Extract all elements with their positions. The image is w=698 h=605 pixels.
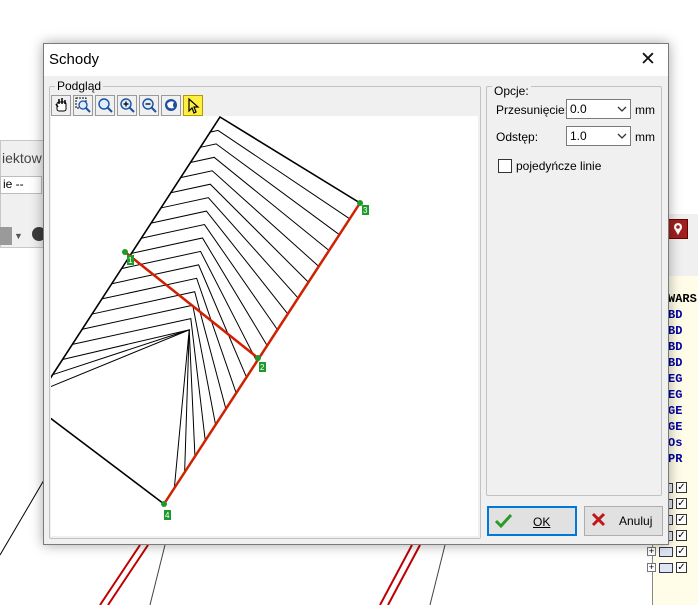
zoom-icon (98, 98, 113, 113)
layer-tree-item[interactable]: BD (668, 340, 682, 354)
layer-visibility-checkbox[interactable]: ✓ (676, 514, 687, 525)
close-button[interactable]: ✕ (628, 44, 668, 76)
select-tool-button[interactable] (183, 95, 203, 116)
control-point-4 (161, 501, 167, 507)
dialog-titlebar[interactable] (44, 44, 668, 76)
single-lines-checkbox[interactable] (498, 159, 512, 173)
stair-step-line (150, 210, 289, 315)
spacing-unit: mm (635, 130, 655, 144)
options-group (486, 86, 662, 496)
chevron-down-icon (617, 104, 627, 116)
stairs-preview-drawing: 1 2 3 4 (29, 115, 369, 520)
svg-text:1: 1 (128, 256, 133, 265)
expand-icon[interactable]: + (647, 563, 656, 572)
offset-value: 0.0 (570, 102, 587, 116)
spacing-label: Odstęp: (496, 130, 539, 144)
hand-icon (55, 98, 67, 112)
pan-button[interactable] (51, 95, 71, 116)
svg-text:4: 4 (165, 511, 170, 520)
offset-unit: mm (635, 103, 655, 117)
layer-tree-item[interactable]: BD (668, 308, 682, 322)
stairs-dialog: Schody ✕ Podgląd 1 2 3 4 Opcje: Przesuni… (29, 43, 669, 545)
marker-label-2: 2 (259, 362, 266, 372)
stair-step-line (52, 329, 190, 473)
layer-visibility-checkbox[interactable]: ✓ (676, 530, 687, 541)
marker-label-4: 4 (164, 510, 171, 520)
marker-label-1: 1 (127, 255, 134, 265)
walking-line-edge (162, 202, 362, 505)
stair-step-line (42, 329, 190, 489)
marker-label-3: 3 (362, 205, 369, 215)
stair-step-line (72, 318, 206, 441)
dialog-title: Schody (49, 51, 100, 68)
layer-tree-item[interactable]: EG (668, 372, 682, 386)
layer-tree-item[interactable]: WARS (668, 292, 697, 306)
zoom-window-icon (75, 97, 91, 113)
spacing-value: 1.0 (570, 129, 587, 143)
zoom-in-icon (120, 98, 135, 113)
layer-tree-item[interactable]: GE (668, 420, 682, 434)
layer-visibility-checkbox[interactable]: ✓ (676, 498, 687, 509)
layer-tree-item[interactable]: GE (668, 404, 682, 418)
zoom-window-button[interactable] (73, 95, 93, 116)
layer-grid-icon (659, 547, 673, 557)
chevron-down-icon[interactable]: ▼ (14, 231, 23, 241)
stair-step-line (91, 291, 227, 410)
background-color-swatch[interactable] (0, 227, 12, 245)
zoom-button[interactable] (95, 95, 115, 116)
walking-line-cross (124, 251, 259, 359)
stair-step-line (131, 237, 268, 346)
layer-tree-item[interactable]: PR (668, 452, 682, 466)
control-point-2 (255, 355, 261, 361)
zoom-out-icon (142, 98, 157, 113)
checkmark-icon (494, 512, 514, 535)
chevron-down-icon (617, 131, 627, 143)
offset-label: Przesunięcie: (496, 103, 569, 117)
preview-canvas[interactable]: 1 2 3 4 (29, 115, 478, 536)
layer-visibility-checkbox[interactable]: ✓ (676, 562, 687, 573)
options-group-label: Opcje: (492, 84, 531, 98)
control-point-1 (122, 249, 128, 255)
stair-step-line (62, 329, 196, 457)
ok-button[interactable]: OK (487, 506, 577, 536)
expand-icon[interactable]: + (647, 547, 656, 556)
stair-outline (31, 115, 362, 506)
ok-button-label: OK (533, 515, 551, 529)
layer-tree-item[interactable]: BD (668, 324, 682, 338)
spacing-combo[interactable]: 1.0 (566, 126, 631, 146)
layer-tree-item[interactable]: BD (668, 356, 682, 370)
zoom-extents-icon (165, 99, 177, 111)
cancel-button-label: Anuluj (619, 514, 653, 528)
single-lines-label[interactable]: pojedyńcze linie (516, 159, 601, 173)
preview-group-label: Podgląd (55, 79, 104, 93)
map-pin-button[interactable] (668, 219, 688, 239)
background-left-panel-title: iektow (2, 150, 42, 166)
background-left-combo[interactable]: ie -- (0, 176, 42, 194)
stair-step-line (101, 277, 237, 394)
cancel-button[interactable]: Anuluj (584, 506, 663, 536)
offset-combo[interactable]: 0.0 (566, 99, 631, 119)
layer-tree-item[interactable]: EG (668, 388, 682, 402)
zoom-out-button[interactable] (139, 95, 159, 116)
close-icon: ✕ (640, 49, 656, 70)
select-pointer-icon (188, 97, 200, 114)
svg-text:3: 3 (363, 206, 368, 215)
svg-text:2: 2 (260, 363, 265, 372)
zoom-extents-button[interactable] (161, 95, 181, 116)
stair-step-line (200, 143, 340, 236)
cancel-x-icon (590, 511, 608, 534)
layer-grid-icon (659, 563, 673, 573)
layer-tree-item[interactable]: Os (668, 436, 682, 450)
zoom-in-button[interactable] (117, 95, 137, 116)
map-pin-icon (674, 223, 682, 235)
layer-visibility-checkbox[interactable]: ✓ (676, 482, 687, 493)
layer-visibility-checkbox[interactable]: ✓ (676, 546, 687, 557)
